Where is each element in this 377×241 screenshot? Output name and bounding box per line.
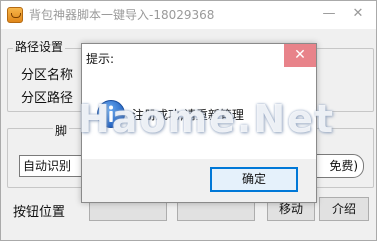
dialog-message: 注册成功,请重新管理 <box>132 108 244 122</box>
partition-name-label: 分区名称 <box>21 68 74 83</box>
dialog-footer: 确定 <box>82 159 316 202</box>
button-position-label: 按钮位置 <box>13 205 66 220</box>
title-bar[interactable]: 背包神器脚本一键导入-18029368 — ✕ <box>1 1 376 29</box>
ok-button[interactable]: 确定 <box>210 167 298 192</box>
app-icon <box>7 7 23 23</box>
window-title: 背包神器脚本一键导入-18029368 <box>29 8 215 22</box>
minimize-button[interactable]: — <box>316 3 342 25</box>
script-group-label: 脚 <box>53 122 70 139</box>
close-button[interactable]: ✕ <box>345 3 371 25</box>
path-settings-label: 路径设置 <box>13 38 66 55</box>
partition-path-label: 分区路径 <box>21 91 74 106</box>
dialog-body: 注册成功,请重新管理 <box>82 71 316 161</box>
intro-button[interactable]: 介绍 <box>319 197 369 221</box>
message-dialog: 提示: ✕ 注册成功,请重新管理 确定 <box>81 43 317 203</box>
dialog-title-bar[interactable]: 提示: ✕ <box>82 44 316 71</box>
dialog-title: 提示: <box>86 52 115 66</box>
info-icon <box>97 100 125 128</box>
dialog-close-button[interactable]: ✕ <box>284 44 316 67</box>
